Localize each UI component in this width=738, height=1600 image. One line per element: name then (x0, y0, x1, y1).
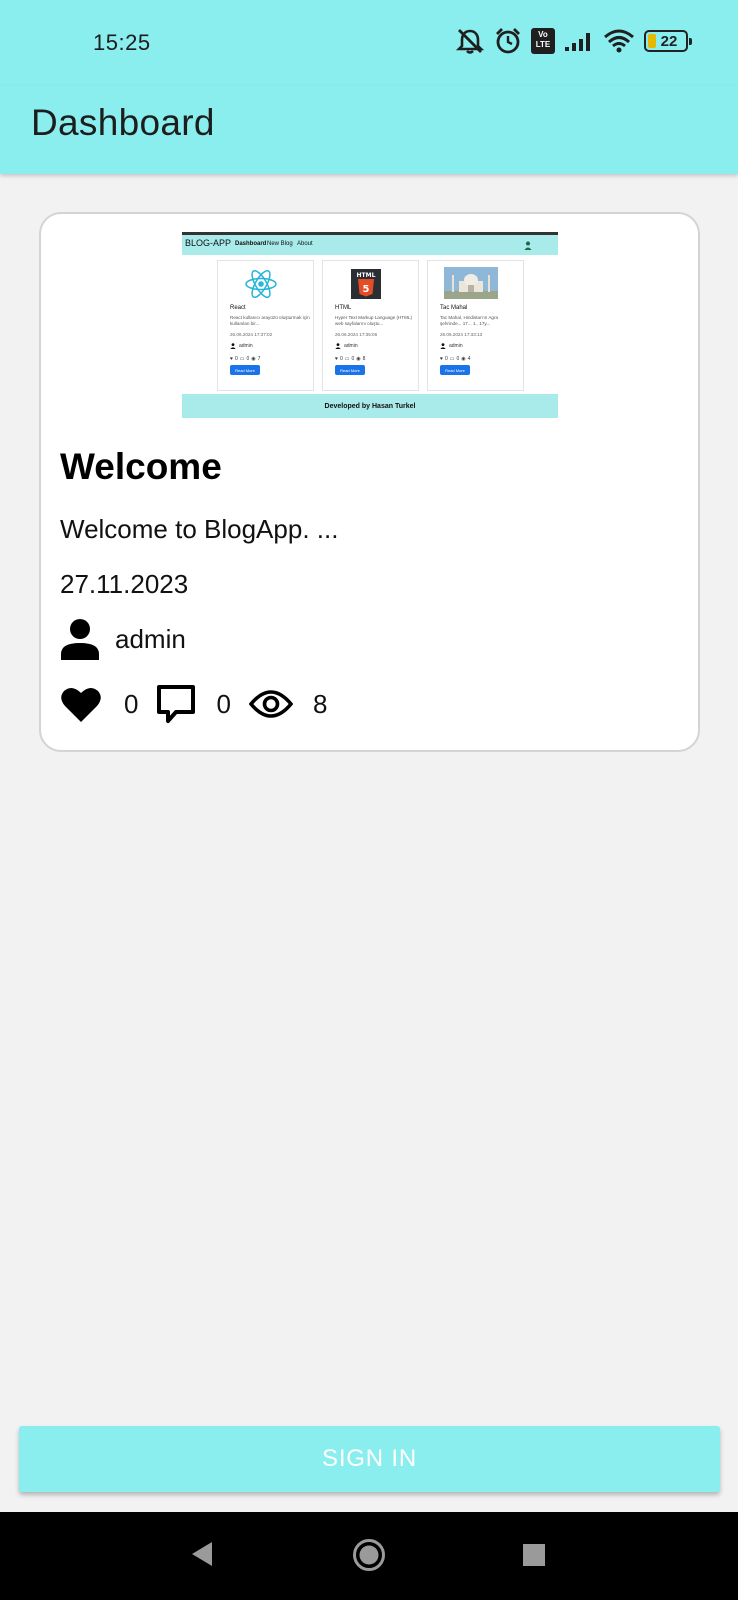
thumb-card-react: React React kullanıcı arayüzü oluşturmak… (217, 260, 314, 391)
thumb-card-stats: ♥ 0 ▭ 0 ◉ 4 (440, 356, 470, 362)
volte-label-bottom: LTE (535, 40, 551, 49)
thumb-views: 4 (467, 356, 471, 362)
react-logo-icon (245, 269, 277, 299)
svg-text:5: 5 (363, 284, 370, 295)
thumb-likes: 0 (339, 356, 343, 362)
thumb-comments: 0 (456, 356, 460, 362)
post-card[interactable]: BLOG-APP Dashboard New Blog About React … (39, 212, 700, 752)
comment-icon: ▭ (344, 356, 350, 362)
eye-icon: ◉ (461, 356, 466, 362)
eye-icon: ◉ (356, 356, 361, 362)
wifi-icon (604, 29, 634, 53)
recents-icon[interactable] (522, 1543, 546, 1567)
eye-icon: ◉ (251, 356, 256, 362)
back-icon[interactable] (190, 1541, 214, 1567)
heart-icon[interactable] (60, 685, 102, 723)
thumb-views: 7 (257, 356, 261, 362)
thumb-card-stats: ♥ 0 ▭ 0 ◉ 7 (230, 356, 260, 362)
thumb-card-desc: Tac Mahal, Hindistan'ın Agra şehrinde...… (440, 315, 499, 326)
thumb-card-desc: React kullanıcı arayüzü oluşturmak için … (230, 315, 310, 326)
likes-count: 0 (124, 688, 139, 719)
thumb-brand: BLOG-APP (185, 238, 232, 248)
thumb-card-author: admin (440, 343, 463, 349)
thumb-footer: Developed by Hasan Turkel (182, 394, 558, 418)
post-title: Welcome (60, 446, 222, 487)
thumb-views: 8 (362, 356, 366, 362)
thumb-card-date: 26.06.2024 17:35:06 (335, 332, 378, 337)
battery-icon: 22 (644, 30, 692, 52)
thumb-likes: 0 (234, 356, 238, 362)
sign-in-button[interactable]: SIGN IN (19, 1426, 720, 1492)
svg-text:HTML: HTML (357, 272, 376, 279)
app-bar: Dashboard (0, 86, 738, 174)
thumb-card-title: HTML (335, 305, 352, 311)
thumb-nav-link: Dashboard (235, 241, 267, 247)
heart-icon: ♥ (440, 356, 443, 362)
comment-icon: ▭ (449, 356, 455, 362)
bell-off-icon (455, 29, 485, 54)
volte-label-top: Vo (538, 30, 548, 39)
thumb-nav-link: About (297, 241, 313, 247)
post-author: admin (60, 618, 186, 660)
post-stats: 0 0 8 (60, 684, 327, 724)
signal-icon (565, 33, 590, 51)
thumb-read-more-button: Read More (440, 365, 470, 375)
thumb-read-more-button: Read More (230, 365, 260, 375)
home-icon[interactable] (352, 1538, 386, 1572)
thumb-comments: 0 (351, 356, 355, 362)
thumb-card-author: admin (335, 343, 358, 349)
thumb-card-html: HTML 5 HTML Hyper Text Markup Language (… (322, 260, 419, 391)
thumb-card-date: 26.06.2024 17:37:02 (230, 332, 273, 337)
thumb-navbar: BLOG-APP Dashboard New Blog About (182, 232, 558, 255)
user-icon (335, 343, 341, 349)
thumb-user-icon (524, 241, 532, 250)
thumb-card-title: React (230, 305, 246, 311)
post-date: 27.11.2023 (60, 569, 189, 599)
thumb-card-stats: ♥ 0 ▭ 0 ◉ 8 (335, 356, 365, 362)
alarm-icon (496, 28, 520, 54)
thumb-card-author: admin (230, 343, 253, 349)
thumb-card-author-name: admin (239, 343, 253, 349)
comment-icon: ▭ (239, 356, 245, 362)
post-author-name: admin (115, 623, 186, 654)
thumb-likes: 0 (444, 356, 448, 362)
thumb-card-title: Tac Mahal (440, 305, 468, 311)
eye-icon[interactable] (248, 688, 293, 720)
post-description: Welcome to BlogApp. ... (60, 514, 339, 544)
status-icons: Vo LTE 22 (455, 27, 692, 55)
user-icon (230, 343, 236, 349)
thumb-card-author-name: admin (344, 343, 358, 349)
volte-icon: Vo LTE (531, 28, 555, 54)
user-icon (440, 343, 446, 349)
views-count: 8 (312, 688, 328, 719)
heart-icon: ♥ (335, 356, 338, 362)
battery-level: 22 (660, 32, 678, 50)
thumb-nav-link: New Blog (267, 241, 293, 247)
thumb-card-date: 26.06.2024 17:33:13 (440, 332, 483, 337)
status-time: 15:25 (93, 30, 151, 55)
navigation-bar (0, 1512, 738, 1600)
thumb-comments: 0 (246, 356, 250, 362)
comments-count: 0 (216, 688, 231, 719)
status-bar: 15:25 Vo LTE 22 (0, 0, 738, 86)
thumb-card-author-name: admin (449, 343, 463, 349)
comment-icon[interactable] (156, 684, 196, 724)
taj-mahal-image (444, 267, 498, 299)
post-thumbnail: BLOG-APP Dashboard New Blog About React … (182, 232, 558, 420)
thumb-card-tac-mahal: Tac Mahal Tac Mahal, Hindistan'ın Agra ş… (427, 260, 524, 391)
thumb-card-desc: Hyper Text Markup Language (HTML) web sa… (335, 315, 413, 326)
thumb-read-more-button: Read More (335, 365, 365, 375)
html5-logo-icon: HTML 5 (351, 269, 381, 299)
page-title: Dashboard (31, 102, 215, 143)
person-icon (61, 619, 99, 660)
heart-icon: ♥ (230, 356, 233, 362)
